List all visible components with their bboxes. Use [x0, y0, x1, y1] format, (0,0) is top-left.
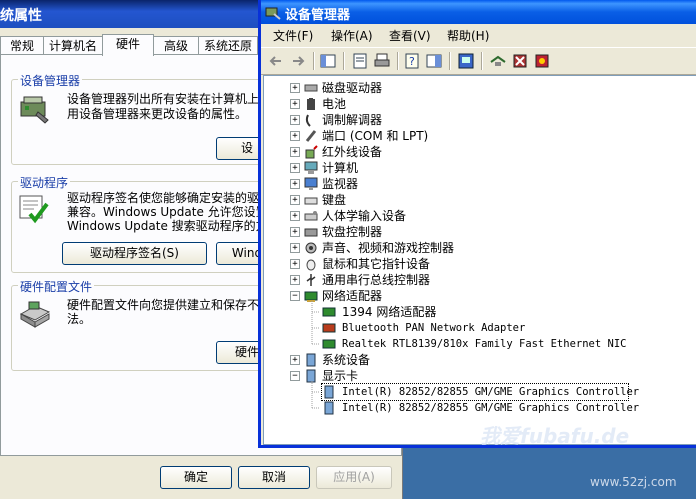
network-adapter-icon [322, 307, 336, 317]
expand-icon[interactable]: + [290, 275, 300, 285]
cancel-button[interactable]: 取消 [238, 466, 310, 489]
tab-advanced[interactable]: 高级 [153, 36, 199, 55]
group-legend: 硬件配置文件 [18, 278, 95, 295]
help-icon[interactable]: ? [403, 52, 421, 70]
expand-icon[interactable]: + [290, 163, 300, 173]
keyboard-icon [304, 197, 318, 205]
tab-computer-name[interactable]: 计算机名 [43, 36, 103, 55]
usb-icon [306, 274, 316, 286]
expand-icon[interactable]: + [290, 147, 300, 157]
menu-action[interactable]: 操作(A) [331, 27, 373, 44]
tab-system-restore[interactable]: 系统还原 [198, 36, 258, 55]
toolbar: ? [261, 47, 696, 75]
infrared-icon [305, 145, 318, 159]
properties-icon[interactable] [351, 52, 369, 70]
ok-button[interactable]: 确定 [160, 466, 232, 489]
expand-icon[interactable]: + [290, 83, 300, 93]
monitor-icon [304, 177, 318, 190]
update-driver-icon[interactable] [489, 52, 507, 70]
group-legend: 设备管理器 [18, 72, 83, 89]
svg-text:?: ? [409, 55, 415, 68]
driver-desc-1: 驱动程序签名使您能够确定安装的驱 [67, 191, 260, 205]
show-hide-console-tree-icon[interactable] [319, 52, 337, 70]
toolbar-separator [449, 52, 451, 70]
hw-profile-desc-1: 硬件配置文件向您提供建立和保存不 [67, 298, 260, 312]
apply-button[interactable]: 应用(A) [316, 466, 392, 489]
display-adapter-icon [306, 369, 316, 383]
network-adapter-icon [322, 339, 336, 349]
toolbar-separator [313, 52, 315, 70]
expand-icon[interactable]: + [290, 179, 300, 189]
scan-hardware-icon[interactable] [457, 52, 475, 70]
device-tree: + 磁盘驱动器 + 电池 + 调制解调器 + 端口 (COM 和 LPT) + 红外线设备… [263, 75, 696, 445]
port-icon [305, 130, 317, 142]
device-manager-icon [20, 96, 49, 124]
tab-general[interactable]: 常规 [0, 36, 44, 55]
expand-icon[interactable]: + [290, 243, 300, 253]
computer-icon [304, 161, 318, 174]
expand-icon[interactable]: + [290, 99, 300, 109]
expand-icon[interactable]: + [290, 211, 300, 221]
disable-device-icon[interactable] [533, 52, 551, 70]
forward-icon[interactable] [289, 52, 307, 70]
hardware-profile-icon [19, 301, 51, 328]
watermark-site: www.52zj.com [590, 475, 677, 489]
expand-icon[interactable]: + [290, 227, 300, 237]
print-icon[interactable] [373, 52, 391, 70]
device-manager-window: 设备管理器 文件(F) 操作(A) 查看(V) 帮助(H) ? + 磁盘驱动器 +… [258, 0, 696, 448]
group-legend: 驱动程序 [18, 174, 71, 191]
window-title: 统属性 [0, 8, 42, 24]
floppy-controller-icon [304, 228, 318, 237]
show-hide-action-pane-icon[interactable] [425, 52, 443, 70]
disk-drive-icon [304, 84, 318, 92]
collapse-icon[interactable]: − [290, 371, 300, 381]
toolbar-separator [397, 52, 399, 70]
hid-icon [304, 211, 318, 221]
menu-file[interactable]: 文件(F) [273, 27, 313, 44]
device-manager-titlebar[interactable]: 设备管理器 [261, 0, 696, 24]
menu-bar: 文件(F) 操作(A) 查看(V) 帮助(H) [261, 24, 696, 46]
toolbar-separator [343, 52, 345, 70]
modem-icon [305, 114, 311, 127]
driver-desc-3: Windows Update 搜索驱动程序的方式 [67, 219, 280, 233]
device-manager-title-icon [265, 7, 281, 20]
driver-desc-2: 兼容。Windows Update 允许您设置 [67, 205, 268, 219]
watermark-logo: 我爱fubafu.de [480, 424, 630, 448]
hw-profile-desc-2: 法。 [67, 312, 92, 326]
network-adapter-icon [304, 291, 318, 302]
sound-icon [305, 242, 317, 254]
collapse-icon[interactable]: − [290, 291, 300, 301]
menu-view[interactable]: 查看(V) [389, 27, 431, 44]
expand-icon[interactable]: + [290, 259, 300, 269]
device-manager-desc-1: 设备管理器列出所有安装在计算机上 [67, 92, 260, 106]
expand-icon[interactable]: + [290, 115, 300, 125]
driver-signing-icon [19, 195, 49, 224]
display-adapter-icon [324, 385, 334, 399]
uninstall-icon[interactable] [511, 52, 529, 70]
driver-signing-button[interactable]: 驱动程序签名(S) [62, 242, 207, 265]
tree-leaf-graphics-controller-selected[interactable]: Intel(R) 82852/82855 GM/GME Graphics Con… [321, 383, 639, 401]
display-adapter-icon [324, 401, 334, 415]
window-title: 设备管理器 [285, 8, 351, 23]
device-manager-desc-2: 用设备管理器来更改设备的属性。 [67, 107, 248, 121]
system-device-icon [306, 353, 316, 367]
battery-icon [307, 98, 315, 110]
tab-hardware[interactable]: 硬件 [102, 34, 154, 56]
bluetooth-adapter-icon [322, 323, 336, 333]
toolbar-separator [481, 52, 483, 70]
expand-icon[interactable]: + [290, 131, 300, 141]
back-icon[interactable] [267, 52, 285, 70]
expand-icon[interactable]: + [290, 355, 300, 365]
mouse-icon [306, 259, 316, 271]
menu-help[interactable]: 帮助(H) [447, 27, 489, 44]
expand-icon[interactable]: + [290, 195, 300, 205]
